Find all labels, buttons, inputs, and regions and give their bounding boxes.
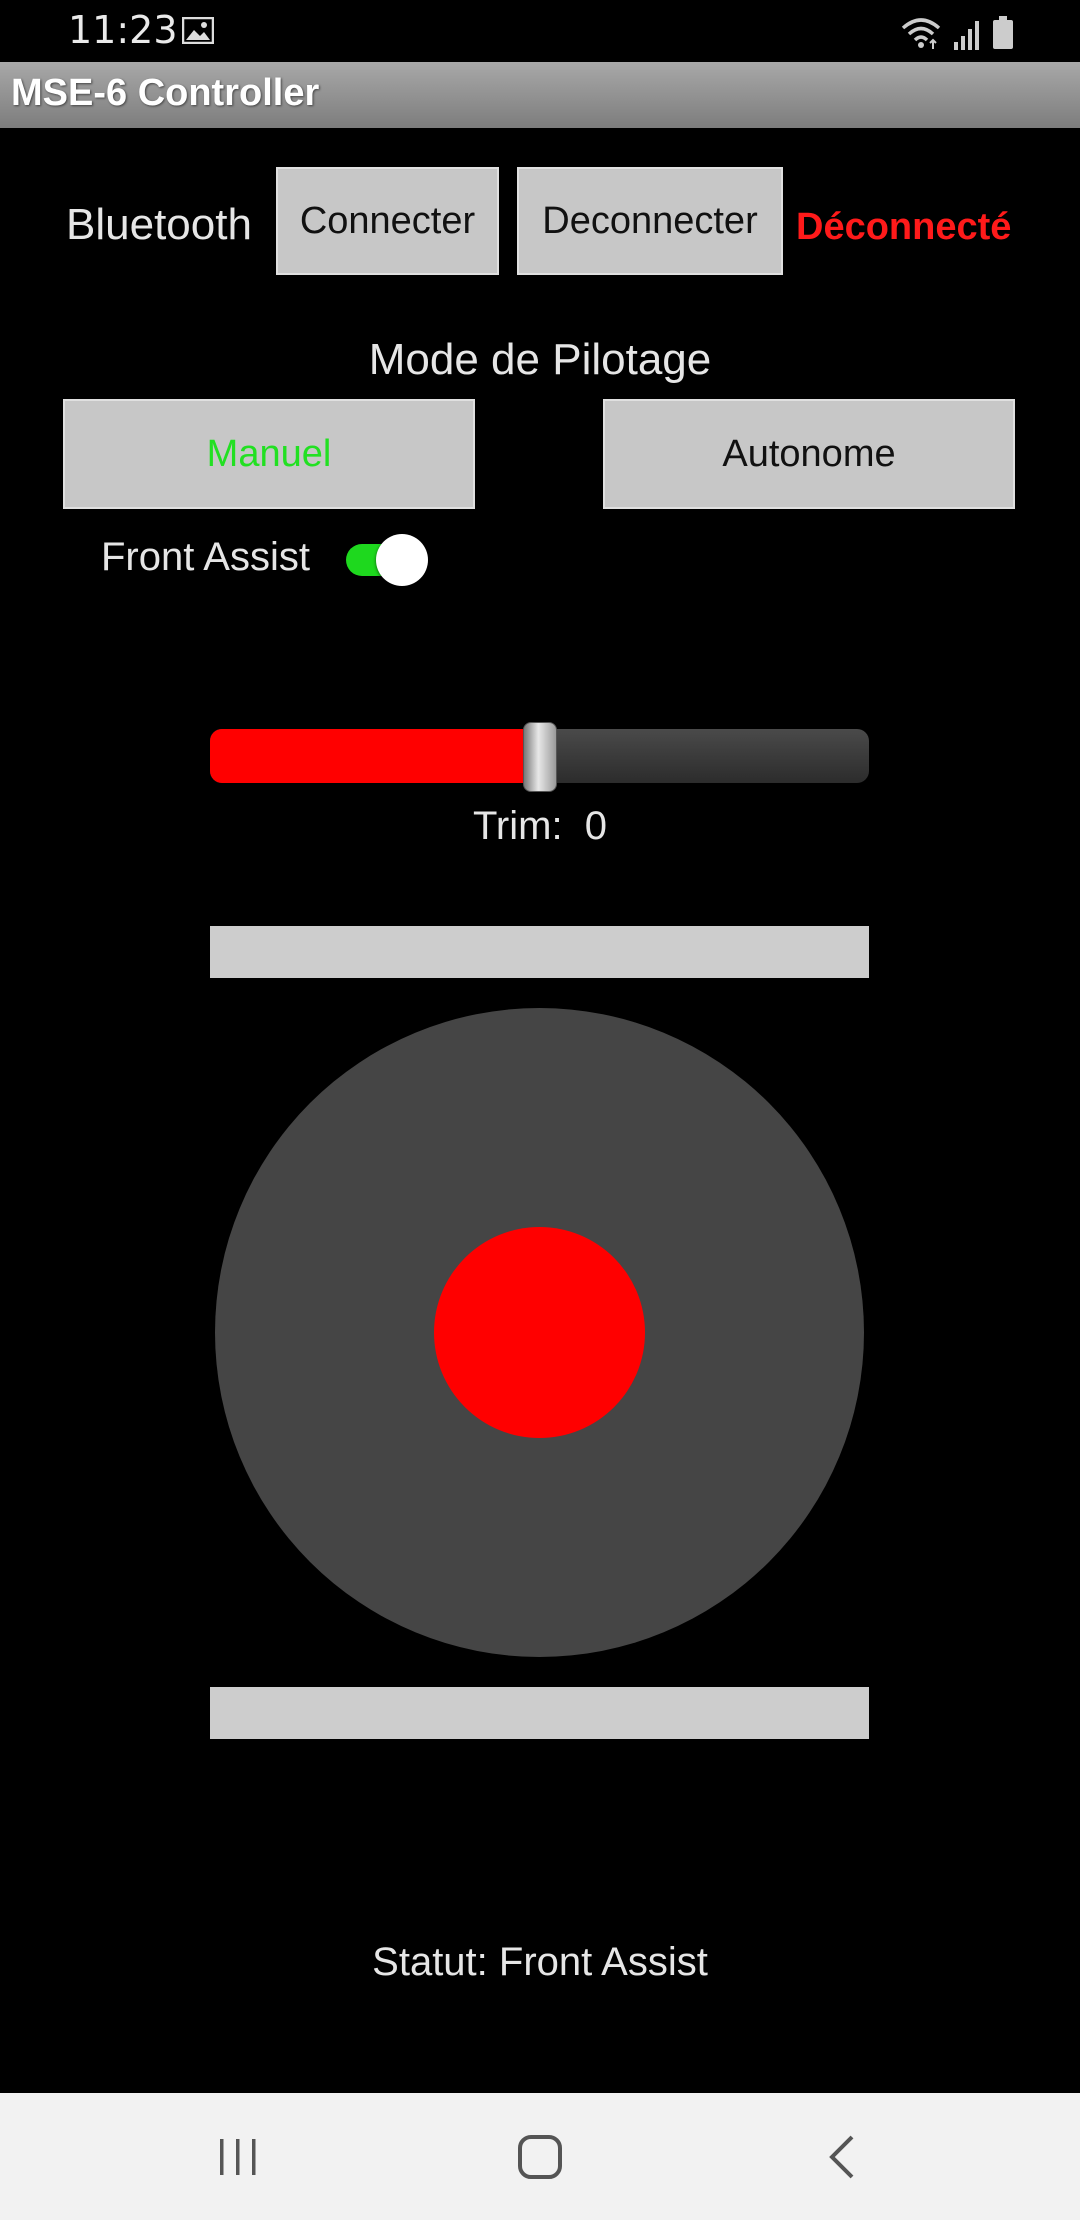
disconnect-button[interactable]: Deconnecter bbox=[517, 167, 783, 275]
manual-mode-button[interactable]: Manuel bbox=[63, 399, 475, 509]
title-bar: MSE-6 Controller bbox=[0, 62, 1080, 128]
autonomous-mode-button[interactable]: Autonome bbox=[603, 399, 1015, 509]
pilot-mode-title: Mode de Pilotage bbox=[368, 335, 712, 384]
wifi-icon bbox=[901, 18, 941, 49]
trim-slider-thumb[interactable] bbox=[522, 722, 557, 792]
status-icons bbox=[900, 14, 1014, 50]
joystick-knob[interactable] bbox=[434, 1227, 645, 1438]
status-time: 11:23 bbox=[68, 8, 178, 52]
forward-bar bbox=[210, 926, 869, 978]
screen: 11:23 MSE-6 Controller Bluetooth Connect… bbox=[0, 0, 1080, 2220]
battery-icon bbox=[993, 16, 1013, 49]
gallery-icon bbox=[182, 17, 214, 44]
recent-apps-icon[interactable] bbox=[214, 2137, 262, 2177]
front-assist-toggle[interactable] bbox=[344, 534, 430, 586]
connect-button[interactable]: Connecter bbox=[276, 167, 499, 275]
navigation-bar bbox=[0, 2093, 1080, 2220]
app-title: MSE-6 Controller bbox=[11, 72, 320, 114]
bluetooth-status: Déconnecté bbox=[796, 206, 1012, 248]
bluetooth-label: Bluetooth bbox=[66, 200, 252, 249]
trim-slider-fill bbox=[210, 729, 540, 783]
status-text: Statut: Front Assist bbox=[372, 1940, 708, 1984]
status-bar: 11:23 bbox=[0, 0, 1080, 62]
toggle-thumb bbox=[376, 534, 428, 586]
back-icon[interactable] bbox=[822, 2133, 862, 2181]
home-icon[interactable] bbox=[516, 2133, 564, 2181]
reverse-bar bbox=[210, 1687, 869, 1739]
front-assist-label: Front Assist bbox=[101, 535, 310, 579]
trim-label: Trim: 0 bbox=[472, 804, 608, 848]
signal-icon bbox=[954, 21, 979, 50]
